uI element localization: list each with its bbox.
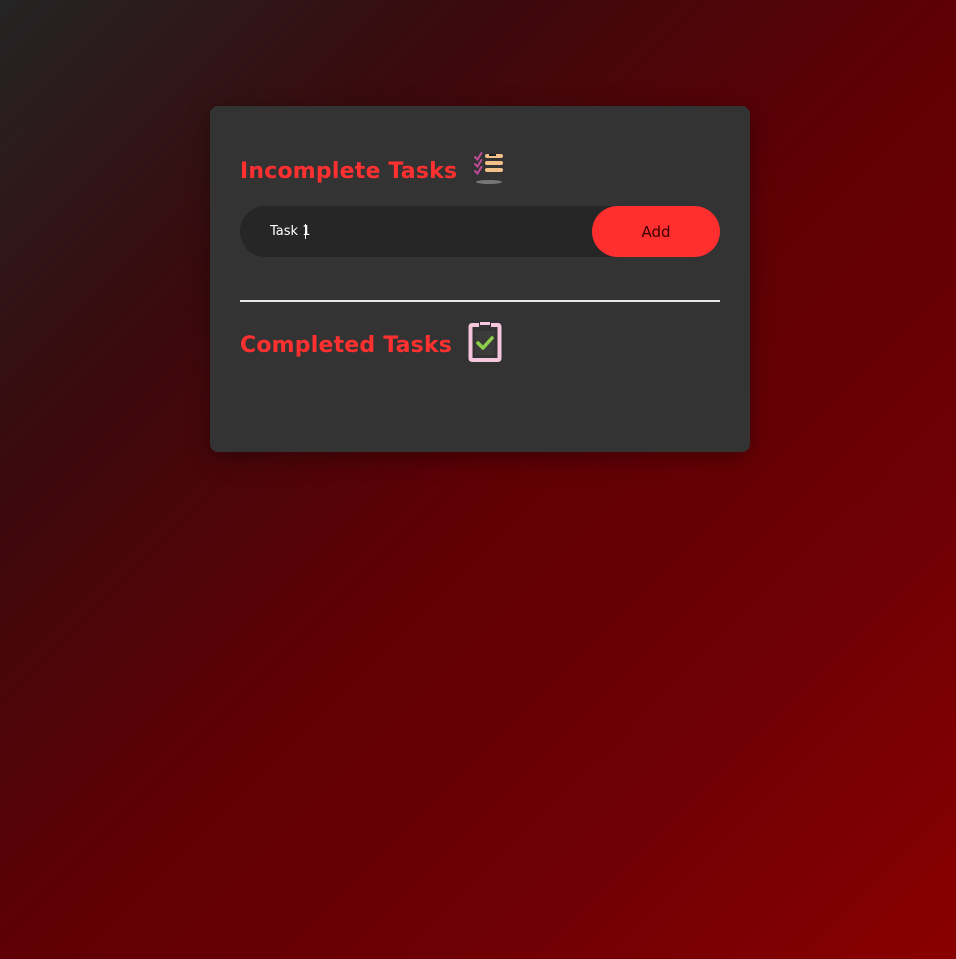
divider (240, 300, 720, 302)
completed-tasks-heading: Completed Tasks (240, 322, 502, 368)
add-button[interactable]: Add (592, 206, 720, 257)
clipboard-check-icon (468, 322, 502, 368)
incomplete-tasks-title: Incomplete Tasks (240, 158, 458, 184)
incomplete-task-list (240, 266, 720, 292)
task-input[interactable] (240, 206, 590, 257)
add-task-form: Add (240, 206, 720, 257)
incomplete-tasks-heading: Incomplete Tasks (240, 150, 505, 192)
completed-tasks-title: Completed Tasks (240, 332, 453, 358)
text-cursor (305, 224, 306, 239)
todo-card: Incomplete Tasks Add Completed Tasks (210, 106, 750, 452)
checklist-icon (473, 150, 505, 192)
completed-task-list (240, 368, 720, 428)
